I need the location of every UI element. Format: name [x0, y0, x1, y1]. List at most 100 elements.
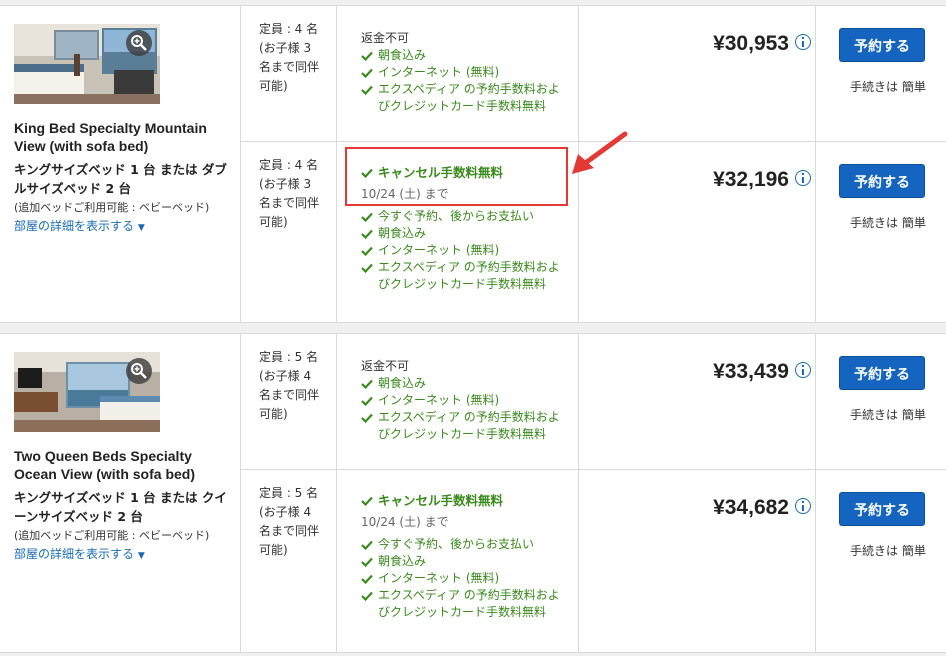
double-chevron-down-icon: ▼ [137, 223, 145, 233]
features-cell: 返金不可 朝食込み インターネット (無料) エクスペディア の予約手数料および… [337, 334, 579, 469]
price: ¥30,953 [713, 32, 789, 55]
checkmark-icon [361, 246, 373, 256]
feature-text: 今すぐ予約、後からお支払い [378, 209, 535, 223]
occupancy-cell: 定員 : 4 名 (お子様 3 名まで同伴可能) [241, 142, 337, 322]
checkmark-icon [361, 413, 373, 423]
checkmark-icon [361, 85, 373, 95]
feature-text: エクスペディア の予約手数料およびクレジットカード手数料無料 [378, 410, 560, 441]
rate-row: 定員 : 4 名 (お子様 3 名まで同伴可能) 返金不可 朝食込み インターネ… [241, 6, 946, 142]
feature-text: 朝食込み [378, 554, 427, 568]
extra-bed-note: (追加ベッドご利用可能 : ベビーベッド) [14, 529, 210, 542]
booking-cell: 予約する 手続きは 簡単 [816, 334, 946, 469]
zoom-icon[interactable] [126, 30, 152, 56]
feature-item: 今すぐ予約、後からお支払い [361, 536, 561, 553]
price: ¥34,682 [713, 496, 789, 519]
feature-text: インターネット (無料) [378, 243, 500, 257]
feature-item: エクスペディア の予約手数料およびクレジットカード手数料無料 [361, 587, 561, 621]
features-cell: 返金不可 朝食込み インターネット (無料) エクスペディア の予約手数料および… [337, 6, 579, 141]
feature-text: 朝食込み [378, 376, 427, 390]
price: ¥33,439 [713, 360, 789, 383]
bed-configuration: キングサイズベッド 1 台 または ダブルサイズベッド 2 台 [14, 162, 227, 196]
feature-text: インターネット (無料) [378, 65, 500, 79]
info-icon[interactable] [795, 498, 811, 514]
feature-item: エクスペディア の予約手数料およびクレジットカード手数料無料 [361, 409, 561, 443]
checkmark-icon [361, 68, 373, 78]
room-photo[interactable] [14, 352, 160, 432]
feature-item: 朝食込み [361, 553, 561, 570]
feature-text: 朝食込み [378, 226, 427, 240]
price: ¥32,196 [713, 168, 789, 191]
annotation-arrow-icon [572, 131, 628, 174]
occupancy-text: 定員 : 4 名 (お子様 3 名まで同伴可能) [259, 22, 320, 93]
feature-text: インターネット (無料) [378, 571, 500, 585]
feature-item: エクスペディア の予約手数料およびクレジットカード手数料無料 [361, 259, 561, 293]
book-button[interactable]: 予約する [839, 164, 925, 198]
occupancy-cell: 定員 : 4 名 (お子様 3 名まで同伴可能) [241, 6, 337, 141]
easy-label: 手続きは 簡単 [850, 544, 926, 558]
price-cell: ¥34,682 [579, 470, 816, 652]
checkmark-icon [361, 396, 373, 406]
non-refundable-label: 返金不可 [361, 359, 410, 373]
non-refundable-label: 返金不可 [361, 31, 410, 45]
booking-cell: 予約する 手続きは 簡単 [816, 470, 946, 652]
rate-features: キャンセル手数料無料 10/24 (土) まで 今すぐ予約、後からお支払い 朝食… [361, 492, 561, 621]
feature-text: 今すぐ予約、後からお支払い [378, 537, 535, 551]
room-name: King Bed Specialty Mountain View (with s… [14, 120, 207, 154]
feature-item: インターネット (無料) [361, 570, 561, 587]
feature-item: 朝食込み [361, 47, 561, 64]
free-cancellation-label: キャンセル手数料無料 [361, 492, 561, 510]
room-details-link[interactable]: 部屋の詳細を表示する ▼ [14, 546, 145, 564]
room-details-link-label: 部屋の詳細を表示する [14, 219, 135, 233]
features-cell: キャンセル手数料無料 10/24 (土) まで 今すぐ予約、後からお支払い 朝食… [337, 470, 579, 652]
rate-row: 定員 : 5 名 (お子様 4 名まで同伴可能) 返金不可 朝食込み インターネ… [241, 334, 946, 470]
room-photo[interactable] [14, 24, 160, 104]
free-cancellation-text: キャンセル手数料無料 [378, 493, 504, 508]
checkmark-icon [361, 496, 373, 506]
feature-item: 今すぐ予約、後からお支払い [361, 208, 561, 225]
checkmark-icon [361, 263, 373, 273]
room-info: King Bed Specialty Mountain View (with s… [0, 6, 241, 322]
checkmark-icon [361, 540, 373, 550]
feature-item: インターネット (無料) [361, 64, 561, 81]
room-card: Two Queen Beds Specialty Ocean View (wit… [0, 333, 946, 653]
info-icon[interactable] [795, 34, 811, 50]
easy-label: 手続きは 簡単 [850, 80, 926, 94]
rate-features: 返金不可 朝食込み インターネット (無料) エクスペディア の予約手数料および… [361, 30, 561, 115]
easy-label: 手続きは 簡単 [850, 216, 926, 230]
bed-configuration: キングサイズベッド 1 台 または クイーンサイズベッド 2 台 [14, 490, 227, 524]
checkmark-icon [361, 51, 373, 61]
feature-text: エクスペディア の予約手数料およびクレジットカード手数料無料 [378, 260, 560, 291]
room-details-link[interactable]: 部屋の詳細を表示する ▼ [14, 218, 145, 236]
checkmark-icon [361, 574, 373, 584]
cancellation-deadline: 10/24 (土) まで [361, 515, 449, 529]
extra-bed-note: (追加ベッドご利用可能 : ベビーベッド) [14, 201, 210, 214]
booking-cell: 予約する 手続きは 簡単 [816, 6, 946, 141]
info-icon[interactable] [795, 362, 811, 378]
checkmark-icon [361, 557, 373, 567]
zoom-icon[interactable] [126, 358, 152, 384]
price-cell: ¥30,953 [579, 6, 816, 141]
feature-item: インターネット (無料) [361, 242, 561, 259]
room-info: Two Queen Beds Specialty Ocean View (wit… [0, 334, 241, 652]
highlight-box [345, 147, 568, 206]
feature-item: エクスペディア の予約手数料およびクレジットカード手数料無料 [361, 81, 561, 115]
checkmark-icon [361, 212, 373, 222]
book-button[interactable]: 予約する [839, 492, 925, 526]
rate-features: 返金不可 朝食込み インターネット (無料) エクスペディア の予約手数料および… [361, 358, 561, 443]
feature-item: インターネット (無料) [361, 392, 561, 409]
feature-item: 朝食込み [361, 375, 561, 392]
double-chevron-down-icon: ▼ [137, 551, 145, 561]
book-button[interactable]: 予約する [839, 28, 925, 62]
price-cell: ¥33,439 [579, 334, 816, 469]
checkmark-icon [361, 591, 373, 601]
rate-row: 定員 : 5 名 (お子様 4 名まで同伴可能) キャンセル手数料無料 10/2… [241, 470, 946, 652]
occupancy-cell: 定員 : 5 名 (お子様 4 名まで同伴可能) [241, 334, 337, 469]
occupancy-cell: 定員 : 5 名 (お子様 4 名まで同伴可能) [241, 470, 337, 652]
room-details-link-label: 部屋の詳細を表示する [14, 547, 135, 561]
feature-item: 朝食込み [361, 225, 561, 242]
feature-text: エクスペディア の予約手数料およびクレジットカード手数料無料 [378, 82, 560, 113]
checkmark-icon [361, 229, 373, 239]
book-button[interactable]: 予約する [839, 356, 925, 390]
checkmark-icon [361, 379, 373, 389]
info-icon[interactable] [795, 170, 811, 186]
